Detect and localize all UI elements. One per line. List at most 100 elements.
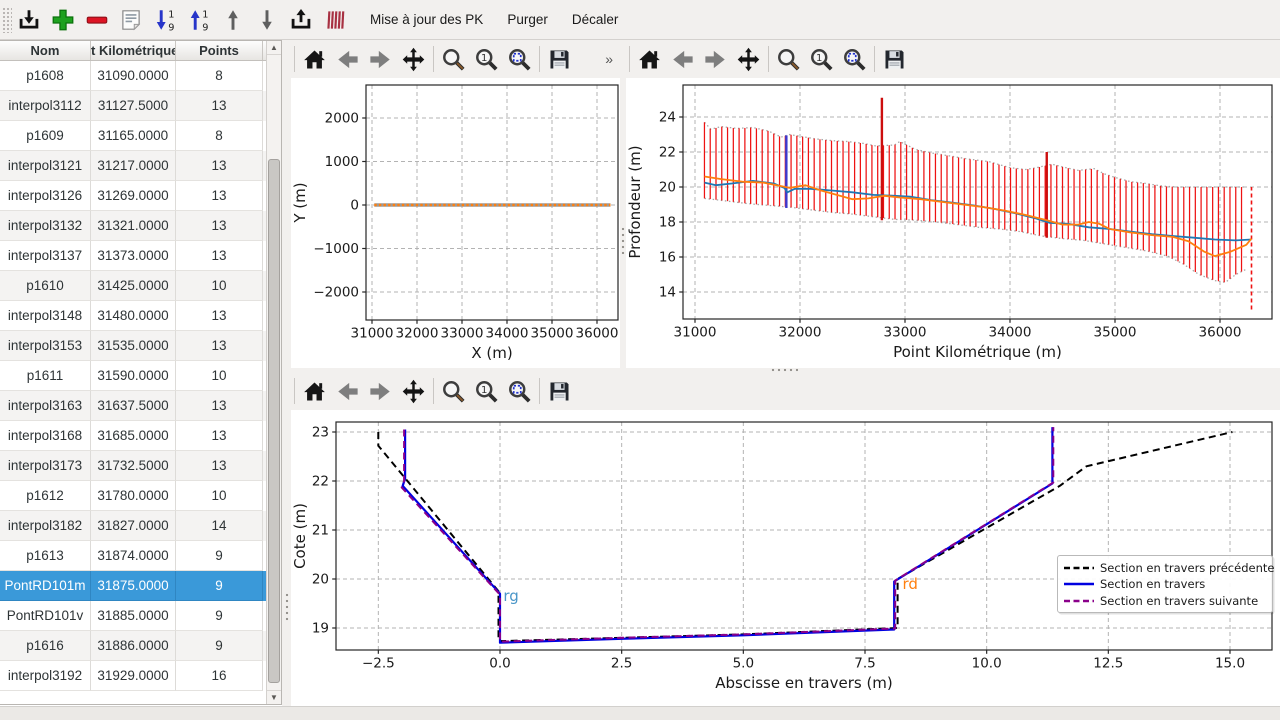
svg-text:34000: 34000 [486, 326, 529, 342]
table-row[interactable]: interpol319231929.000016 [0, 661, 281, 691]
table-row[interactable]: interpol316831685.000013 [0, 421, 281, 451]
toolbar-icons: 1919 [12, 3, 352, 37]
down-icon[interactable] [250, 3, 284, 37]
table-row[interactable]: interpol315331535.000013 [0, 331, 281, 361]
table-cell: 31685.0000 [91, 421, 176, 451]
svg-text:22: 22 [659, 145, 676, 161]
toolbar-separator [629, 46, 630, 72]
toolbar-button-purger[interactable]: Purger [495, 3, 560, 37]
home-icon[interactable] [633, 43, 666, 76]
table-cell: 31637.5000 [91, 391, 176, 421]
table-cell: 31827.0000 [91, 511, 176, 541]
toolbar-overflow-chevron[interactable]: » [605, 51, 612, 67]
app-window: 1919 Mise à jour des PKPurgerDécaler Nom… [0, 0, 1280, 720]
scrollbar-thumb[interactable] [268, 159, 280, 683]
profondeur-bleue [705, 181, 1252, 241]
add-icon[interactable] [46, 3, 80, 37]
table-row[interactable]: p160931165.00008 [0, 121, 281, 151]
section-suivante [402, 427, 1054, 642]
toolbar-button-mise-a-jour-pk[interactable]: Mise à jour des PK [358, 3, 495, 37]
svg-text:32000: 32000 [779, 325, 822, 341]
legend-label: Section en travers suivante [1100, 594, 1258, 608]
svg-text:33000: 33000 [441, 326, 484, 342]
pan-icon[interactable] [397, 43, 430, 76]
column-header-point-kilometrique[interactable]: t Kilométrique [91, 41, 176, 60]
zoom-one-icon[interactable]: 1 [470, 375, 503, 408]
up-icon[interactable] [216, 3, 250, 37]
table-cell: interpol3132 [0, 211, 91, 241]
table-row[interactable]: p161131590.000010 [0, 361, 281, 391]
stripes-icon[interactable] [318, 3, 352, 37]
svg-text:33000: 33000 [884, 325, 927, 341]
zoom-one-icon[interactable]: 1 [470, 43, 503, 76]
home-icon[interactable] [298, 375, 331, 408]
table-row[interactable]: interpol316331637.500013 [0, 391, 281, 421]
save-icon[interactable] [543, 43, 576, 76]
table-scrollbar[interactable]: ▲ ▼ [266, 41, 281, 704]
home-icon[interactable] [298, 43, 331, 76]
svg-text:9: 9 [168, 22, 174, 33]
table-cell: 31886.0000 [91, 631, 176, 661]
table-cell: 31321.0000 [91, 211, 176, 241]
table-row[interactable]: interpol317331732.500013 [0, 451, 281, 481]
forward-icon[interactable] [364, 375, 397, 408]
table-row[interactable]: PontRD101v31885.00009 [0, 601, 281, 631]
table-row[interactable]: p161331874.00009 [0, 541, 281, 571]
table-row[interactable]: PontRD101m31875.00009 [0, 571, 281, 601]
svg-text:20: 20 [312, 572, 329, 588]
zoom-icon[interactable] [437, 375, 470, 408]
forward-icon[interactable] [699, 43, 732, 76]
remove-icon[interactable] [80, 3, 114, 37]
legend-entry: Section en travers précédente [1064, 561, 1266, 575]
forward-icon[interactable] [364, 43, 397, 76]
back-icon[interactable] [331, 43, 364, 76]
pan-icon[interactable] [397, 375, 430, 408]
back-icon[interactable] [331, 375, 364, 408]
zoom-icon[interactable] [437, 43, 470, 76]
table-cell: p1613 [0, 541, 91, 571]
scrollbar-down-icon[interactable]: ▼ [267, 690, 281, 704]
svg-text:−1000: −1000 [313, 241, 359, 257]
vertical-splitter[interactable] [282, 40, 291, 706]
table-row[interactable]: p160831090.00008 [0, 61, 281, 91]
sort-desc-icon[interactable]: 19 [148, 3, 182, 37]
svg-text:1000: 1000 [325, 154, 359, 170]
toolbar-button-decaler[interactable]: Décaler [560, 3, 631, 37]
table-cell: 13 [176, 151, 263, 181]
zoom-rect-icon[interactable] [503, 43, 536, 76]
table-row[interactable]: interpol311231127.500013 [0, 91, 281, 121]
column-header-points[interactable]: Points [176, 41, 263, 60]
toolbar-separator [433, 378, 434, 404]
save-icon[interactable] [543, 375, 576, 408]
sort-asc-icon[interactable]: 19 [182, 3, 216, 37]
table-cell: interpol3112 [0, 91, 91, 121]
toolbar-grip[interactable] [2, 7, 12, 33]
zoom-one-icon[interactable]: 1 [805, 43, 838, 76]
zoom-rect-icon[interactable] [838, 43, 871, 76]
note-icon[interactable] [114, 3, 148, 37]
svg-text:35000: 35000 [531, 326, 574, 342]
table-row[interactable]: p161631886.00009 [0, 631, 281, 661]
zoom-icon[interactable] [772, 43, 805, 76]
column-header-nom[interactable]: Nom [0, 41, 91, 60]
save-icon[interactable] [878, 43, 911, 76]
table-row[interactable]: p161231780.000010 [0, 481, 281, 511]
toolbar-separator [768, 46, 769, 72]
export-icon[interactable] [284, 3, 318, 37]
import-icon[interactable] [12, 3, 46, 37]
toolbar-separator [539, 46, 540, 72]
pan-icon[interactable] [732, 43, 765, 76]
scrollbar-up-icon[interactable]: ▲ [267, 41, 281, 55]
table-cell: 31929.0000 [91, 661, 176, 691]
zoom-rect-icon[interactable] [503, 375, 536, 408]
back-icon[interactable] [666, 43, 699, 76]
legend-entry: Section en travers [1064, 577, 1266, 591]
table-row[interactable]: interpol312631269.000013 [0, 181, 281, 211]
table-row[interactable]: interpol313731373.000013 [0, 241, 281, 271]
table-row[interactable]: interpol313231321.000013 [0, 211, 281, 241]
table-row[interactable]: p161031425.000010 [0, 271, 281, 301]
table-row[interactable]: interpol312131217.000013 [0, 151, 281, 181]
table-row[interactable]: interpol314831480.000013 [0, 301, 281, 331]
toolbar-separator [874, 46, 875, 72]
table-row[interactable]: interpol318231827.000014 [0, 511, 281, 541]
